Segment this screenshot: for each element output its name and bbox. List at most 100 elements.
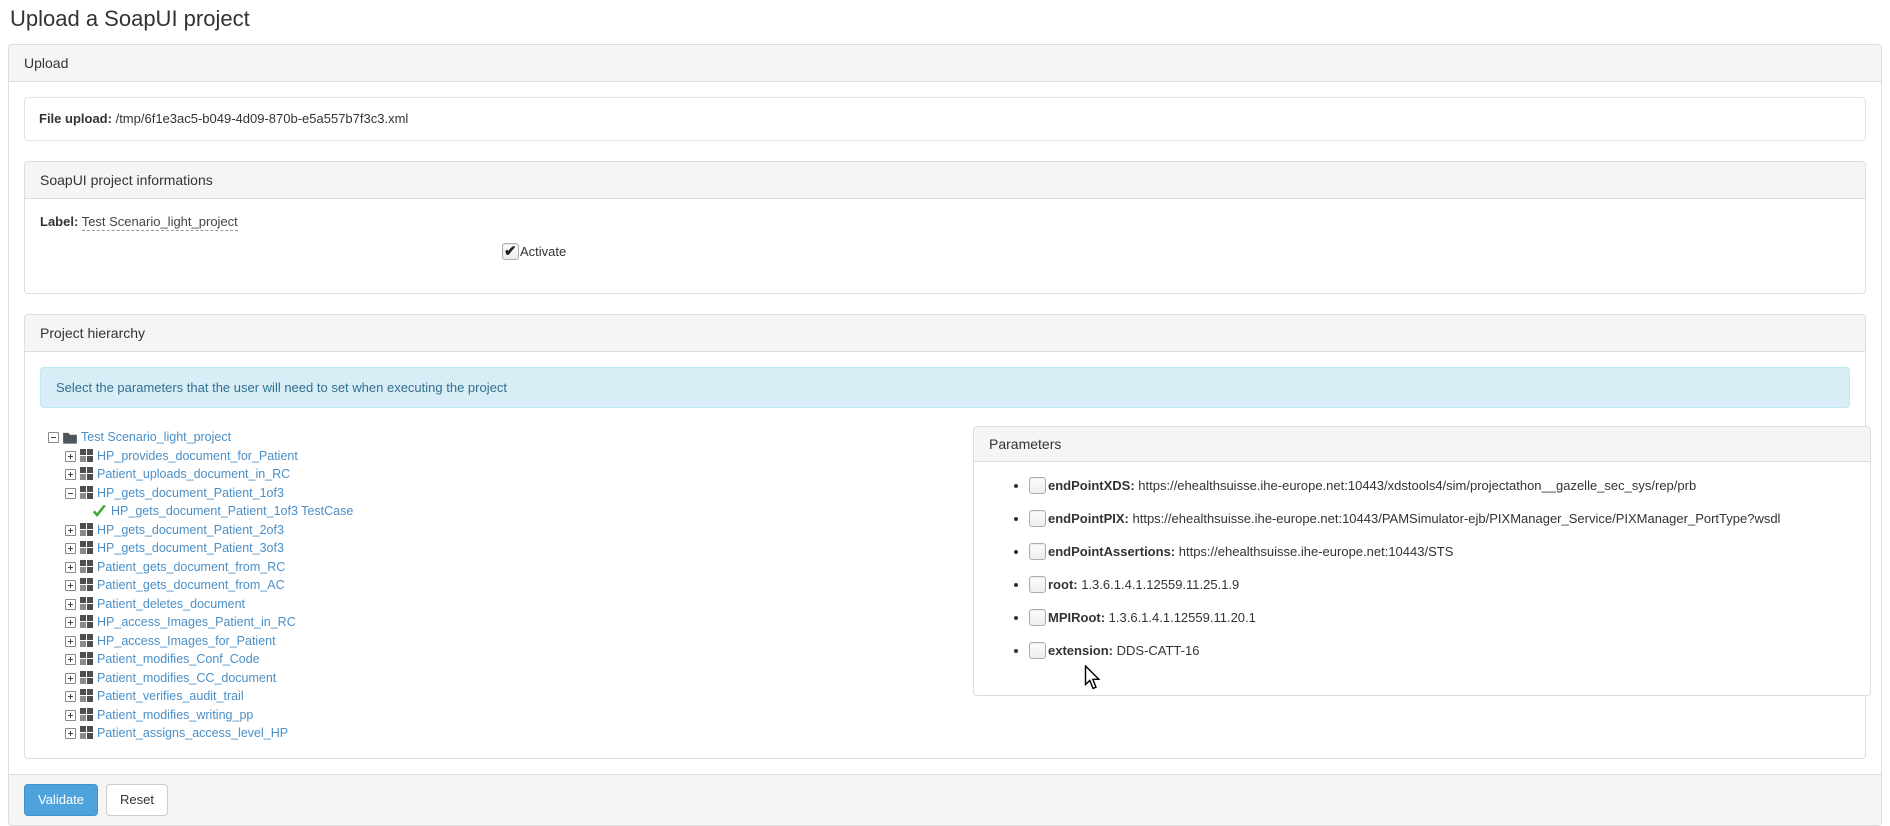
tree-item: HP_gets_document_Patient_3of3 [48, 539, 973, 558]
expand-toggle-icon[interactable] [65, 672, 76, 684]
tree-item-label[interactable]: Patient_modifies_CC_document [97, 671, 276, 685]
tree-item-label[interactable]: Patient_gets_document_from_RC [97, 560, 285, 574]
parameter-checkbox[interactable] [1029, 576, 1046, 594]
expand-toggle-icon[interactable] [65, 635, 76, 647]
project-label-row: Label: Test Scenario_light_project [40, 214, 1850, 231]
tree-item-label[interactable]: Patient_assigns_access_level_HP [97, 726, 288, 740]
project-hierarchy-heading: Project hierarchy [25, 315, 1865, 352]
tree-item-label[interactable]: Patient_modifies_writing_pp [97, 708, 253, 722]
testsuite-grid-icon [80, 522, 93, 536]
collapse-toggle-icon[interactable] [48, 432, 59, 444]
tree-item-label[interactable]: HP_gets_document_Patient_2of3 [97, 523, 284, 537]
parameter-name: endPointPIX: [1048, 511, 1133, 526]
file-upload-well: File upload: /tmp/6f1e3ac5-b049-4d09-870… [24, 97, 1866, 141]
expand-toggle-icon[interactable] [65, 469, 76, 481]
project-informations-heading: SoapUI project informations [25, 162, 1865, 199]
parameter-name: endPointAssertions: [1048, 544, 1179, 559]
parameter-checkbox[interactable] [1029, 642, 1046, 660]
tree-item: Patient_gets_document_from_AC [48, 576, 973, 595]
testsuite-grid-icon [80, 578, 93, 591]
parameter-name: extension: [1048, 643, 1117, 658]
expand-toggle-icon[interactable] [65, 617, 76, 629]
tree-item: HP_access_Images_Patient_in_RC [48, 613, 973, 632]
hierarchy-info-alert: Select the parameters that the user will… [40, 367, 1850, 408]
tree-item-label[interactable]: Patient_deletes_document [97, 597, 245, 611]
parameters-heading: Parameters [974, 427, 1870, 462]
project-informations-panel: SoapUI project informations Label: Test … [24, 161, 1866, 294]
tree-item-label[interactable]: HP_access_Images_Patient_in_RC [97, 615, 296, 629]
expand-toggle-icon[interactable] [65, 598, 76, 610]
parameter-checkbox[interactable] [1029, 477, 1046, 495]
expand-toggle-icon[interactable] [65, 691, 76, 703]
activate-label: Activate [520, 244, 567, 260]
testsuite-grid-icon [80, 652, 93, 665]
expand-toggle-icon[interactable] [65, 524, 76, 536]
expand-toggle-icon[interactable] [65, 580, 76, 592]
expand-toggle-icon[interactable] [65, 654, 76, 666]
parameter-value: 1.3.6.1.4.1.12559.11.25.1.9 [1081, 577, 1240, 592]
expand-toggle-icon[interactable] [65, 543, 76, 555]
project-label-value[interactable]: Test Scenario_light_project [81, 214, 238, 231]
parameter-checkbox[interactable] [1029, 510, 1046, 528]
validate-button[interactable]: Validate [24, 783, 99, 816]
testsuite-grid-icon [80, 541, 93, 554]
upload-form-panel: Upload File upload: /tmp/6f1e3ac5-b049-4… [8, 44, 1882, 826]
parameter-item: endPointAssertions: https://ehealthsuiss… [1029, 542, 1855, 562]
tree-column: Test Scenario_light_project HP_provides_d… [40, 426, 973, 743]
upload-panel-body: File upload: /tmp/6f1e3ac5-b049-4d09-870… [9, 82, 1881, 774]
project-tree: Test Scenario_light_project HP_provides_d… [48, 428, 973, 743]
tree-item-label[interactable]: Patient_uploads_document_in_RC [97, 467, 290, 481]
parameter-item: extension: DDS-CATT-16 [1029, 641, 1855, 661]
tree-item: HP_provides_document_for_Patient [48, 447, 973, 466]
tree-item: Patient_assigns_access_level_HP [48, 724, 973, 743]
tree-item: Patient_verifies_audit_trail [48, 687, 973, 706]
tree-item-label[interactable]: HP_gets_document_Patient_1of3 [97, 486, 284, 500]
testsuite-grid-icon [80, 726, 93, 739]
testsuite-grid-icon [80, 559, 93, 573]
tree-item: HP_gets_document_Patient_1of3 [48, 484, 973, 503]
tree-item-label[interactable]: Patient_gets_document_from_AC [97, 578, 285, 592]
parameter-name: endPointXDS: [1048, 478, 1139, 493]
testsuite-grid-icon [80, 707, 93, 721]
parameter-value: 1.3.6.1.4.1.12559.11.20.1 [1108, 610, 1256, 625]
parameters-list: endPointXDS: https://ehealthsuisse.ihe-e… [1029, 476, 1855, 661]
tree-item: Patient_gets_document_from_RC [48, 558, 973, 577]
tree-item: HP_access_Images_for_Patient [48, 632, 973, 651]
expand-toggle-icon[interactable] [65, 728, 76, 740]
expand-toggle-icon[interactable] [65, 709, 76, 721]
tree-item: HP_gets_document_Patient_2of3 [48, 521, 973, 540]
project-hierarchy-panel: Project hierarchy Select the parameters … [24, 314, 1871, 759]
tree-item: Patient_modifies_CC_document [48, 669, 973, 688]
tree-item-label[interactable]: Patient_modifies_Conf_Code [97, 652, 260, 666]
parameter-name: root: [1048, 577, 1082, 592]
tree-item-label[interactable]: HP_access_Images_for_Patient [97, 634, 276, 648]
parameter-item: endPointPIX: https://ehealthsuisse.ihe-e… [1029, 509, 1855, 529]
tree-item: Patient_deletes_document [48, 595, 973, 614]
parameter-checkbox[interactable] [1029, 609, 1046, 627]
collapse-toggle-icon[interactable] [65, 487, 76, 499]
parameter-value: DDS-CATT-16 [1116, 643, 1200, 658]
expand-toggle-icon[interactable] [65, 450, 76, 462]
tree-item: Patient_modifies_Conf_Code [48, 650, 973, 669]
file-upload-label: File upload: [39, 111, 112, 126]
activate-checkbox[interactable] [502, 242, 519, 261]
tree-item-label[interactable]: Test Scenario_light_project [81, 430, 231, 444]
tree-item-label[interactable]: Patient_verifies_audit_trail [97, 689, 244, 703]
page-title: Upload a SoapUI project [10, 6, 250, 31]
upload-panel-heading: Upload [9, 45, 1881, 82]
expand-toggle-icon[interactable] [65, 561, 76, 573]
testsuite-grid-icon [80, 633, 93, 647]
testsuite-grid-icon [80, 448, 93, 462]
parameter-value: https://ehealthsuisse.ihe-europe.net:104… [1178, 544, 1454, 559]
tree-item-label[interactable]: HP_gets_document_Patient_3of3 [97, 541, 284, 555]
tree-item-label[interactable]: HP_gets_document_Patient_1of3 TestCase [111, 504, 353, 518]
folder-icon [63, 432, 77, 444]
tree-item: Patient_uploads_document_in_RC [48, 465, 973, 484]
tree-item-label[interactable]: HP_provides_document_for_Patient [97, 449, 298, 463]
parameter-item: MPIRoot: 1.3.6.1.4.1.12559.11.20.1 [1029, 608, 1855, 628]
parameter-checkbox[interactable] [1029, 543, 1046, 561]
testsuite-grid-icon [80, 615, 93, 628]
reset-button[interactable]: Reset [106, 783, 168, 816]
parameters-panel: Parameters endPointXDS: https://ehealths… [973, 426, 1871, 696]
testsuite-grid-icon [80, 485, 93, 499]
